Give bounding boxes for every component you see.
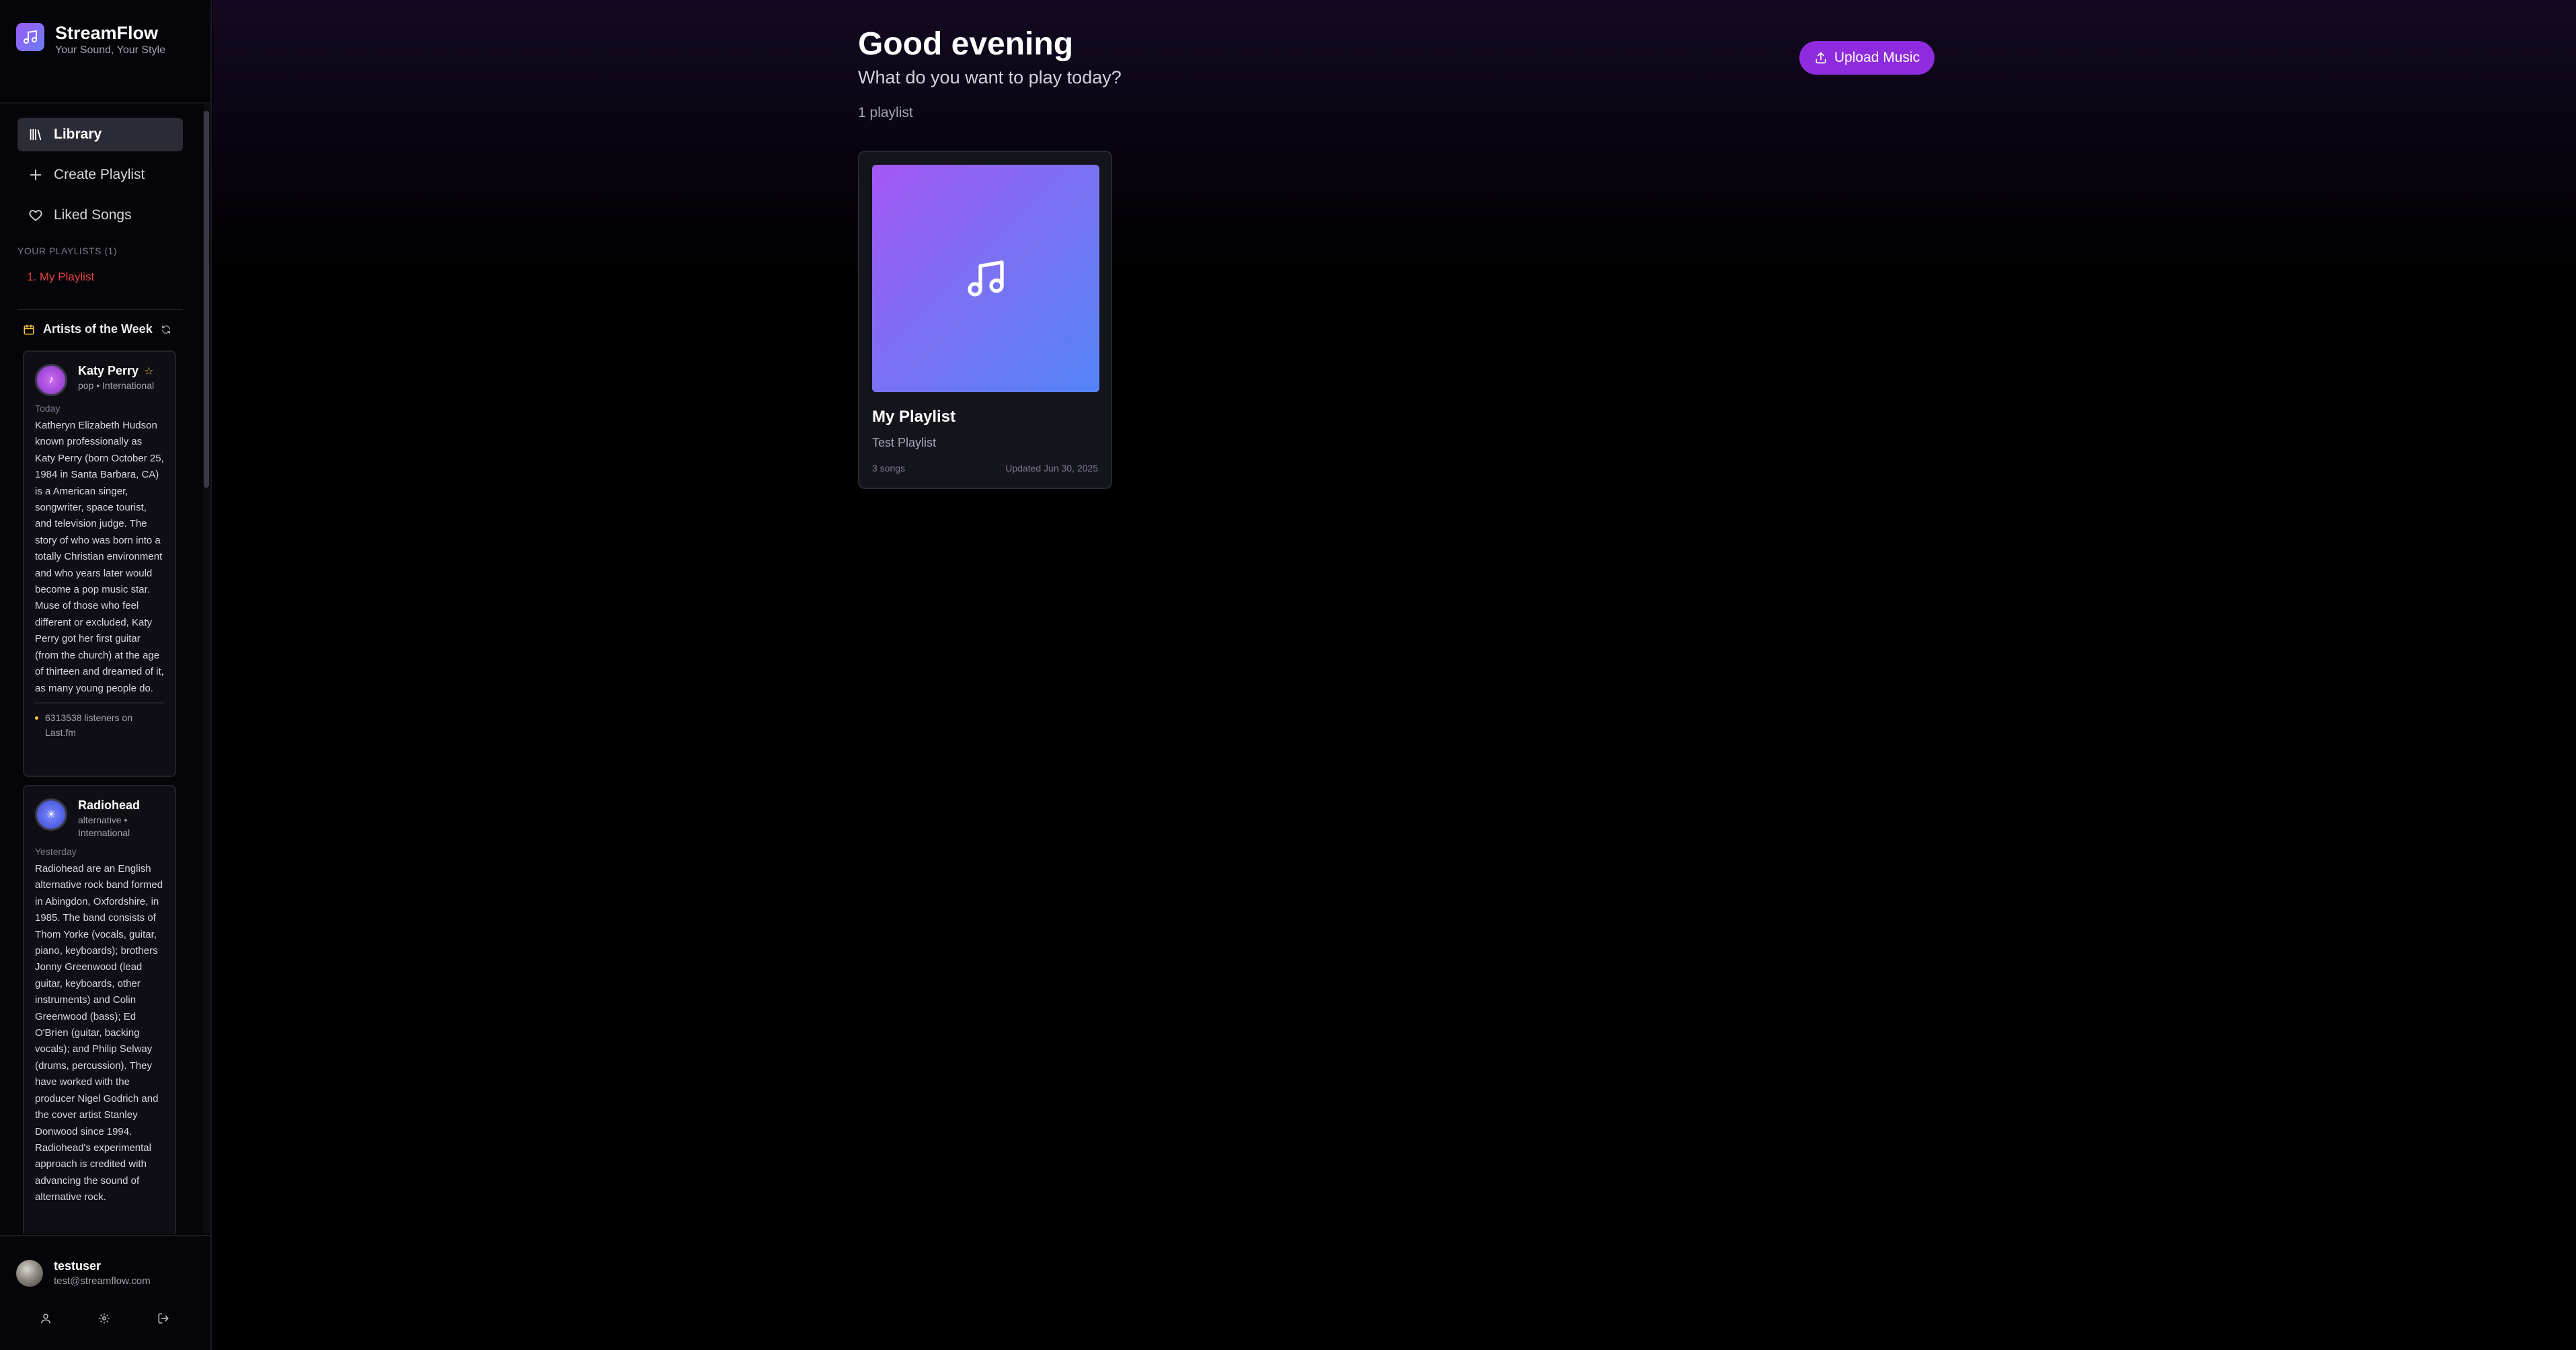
sidebar-scroll-area: Library Create Playlist Liked Songs YOUR… (0, 104, 210, 1234)
artists-of-week-header: Artists of the Week (23, 322, 171, 336)
sidebar-playlist-item[interactable]: 1. My Playlist (27, 270, 94, 284)
upload-icon (1816, 52, 1826, 64)
playlists-section-label: YOUR PLAYLISTS (1) (17, 246, 118, 256)
artist-listeners: 6313538 listeners on Last.fm (35, 702, 164, 740)
nav-liked-songs[interactable]: Liked Songs (17, 198, 183, 232)
artists-of-week-label: Artists of the Week (43, 322, 153, 336)
nav-library[interactable]: Library (17, 118, 183, 151)
playlist-cover (872, 165, 1099, 392)
logout-icon[interactable] (154, 1309, 173, 1328)
user-info[interactable]: testuser test@streamflow.com (16, 1259, 151, 1287)
artist-listeners-text: 6313538 listeners on Last.fm (45, 712, 132, 738)
artist-avatar: ♪ (35, 364, 67, 396)
brand[interactable]: StreamFlow Your Sound, Your Style (16, 23, 165, 57)
app: StreamFlow Your Sound, Your Style Librar… (0, 0, 2576, 1350)
music-note-icon (16, 23, 44, 51)
calendar-icon (24, 324, 34, 334)
avatar (16, 1259, 43, 1287)
playlist-title: My Playlist (872, 408, 956, 426)
artist-bio: Radiohead are an English alternative roc… (35, 863, 163, 1203)
plus-icon (30, 169, 42, 181)
artist-genre: pop • International (78, 380, 155, 391)
artist-card[interactable]: ♪ Katy Perry ☆ pop • International Today… (23, 350, 176, 777)
upload-music-label: Upload Music (1834, 50, 1920, 65)
artist-genre: alternative • International (78, 815, 130, 838)
main-content: Good evening What do you want to play to… (213, 0, 2576, 1350)
artist-date: Today (35, 403, 61, 414)
playlist-description: Test Playlist (872, 436, 937, 449)
artist-date: Yesterday (35, 846, 77, 857)
playlist-count: 1 playlist (858, 105, 913, 120)
artist-name: Radiohead (78, 798, 141, 812)
settings-gear-icon[interactable] (95, 1309, 114, 1328)
nav-create-playlist[interactable]: Create Playlist (17, 158, 183, 192)
heart-icon (29, 210, 42, 221)
nav-library-label: Library (54, 126, 102, 142)
artist-bio: Katheryn Elizabeth Hudson known professi… (35, 420, 164, 694)
user-name: testuser (54, 1259, 102, 1273)
sidebar-scrollbar-thumb[interactable] (204, 111, 209, 488)
brand-tagline: Your Sound, Your Style (55, 44, 165, 56)
refresh-icon[interactable] (161, 324, 171, 335)
brand-name: StreamFlow (55, 23, 159, 43)
bullet-dot (35, 716, 38, 720)
playlist-updated: Updated Jun 30, 2025 (1005, 463, 1098, 474)
star-icon: ☆ (144, 365, 154, 377)
profile-icon[interactable] (36, 1309, 55, 1328)
music-note-icon (968, 260, 1004, 297)
page-title: Good evening (858, 26, 1074, 62)
sidebar: StreamFlow Your Sound, Your Style Librar… (0, 0, 212, 1350)
user-panel: testuser test@streamflow.com (0, 1235, 210, 1350)
playlist-card[interactable]: My Playlist Test Playlist 3 songs Update… (858, 151, 1112, 489)
nav-liked-songs-label: Liked Songs (54, 207, 132, 223)
artist-avatar: ☀ (35, 798, 67, 831)
artist-card[interactable]: ☀ Radiohead alternative • International … (23, 785, 176, 1234)
divider (17, 309, 183, 310)
nav-create-playlist-label: Create Playlist (54, 167, 145, 182)
library-icon (30, 128, 42, 141)
user-email: test@streamflow.com (54, 1275, 151, 1287)
upload-music-button[interactable]: Upload Music (1799, 41, 1935, 75)
playlist-song-count: 3 songs (872, 463, 906, 474)
page-subtitle: What do you want to play today? (858, 67, 1122, 87)
artist-name: Katy Perry (78, 364, 139, 377)
